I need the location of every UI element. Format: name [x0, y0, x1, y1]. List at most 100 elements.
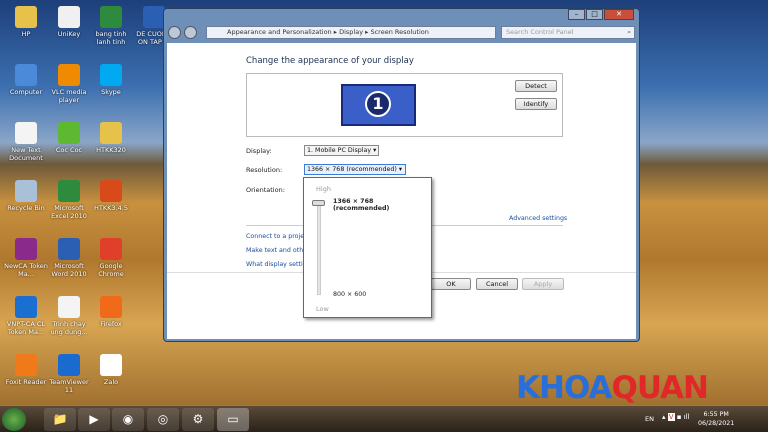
taskbar-media-player[interactable]: ▶ [78, 408, 110, 431]
desktop-icon-label: Skype [101, 88, 121, 96]
option-1366x768[interactable]: 1366 × 768 (recommended) [333, 198, 431, 212]
desktop-icon-label: HTKK3.4.5 [94, 204, 128, 212]
taskbar-explorer[interactable]: 📁 [44, 408, 76, 431]
resolution-slider-track[interactable] [317, 200, 321, 295]
desktop-icon[interactable]: bang tinh lanh tinh [89, 6, 133, 46]
desktop-icon[interactable]: NewCA Token Ma... [4, 238, 48, 278]
app-icon [58, 354, 80, 376]
close-button[interactable]: ✕ [604, 9, 634, 20]
apply-button[interactable]: Apply [522, 278, 564, 290]
desktop-icon[interactable]: VLC media player [47, 64, 91, 104]
detect-button[interactable]: Detect [515, 80, 557, 92]
display-select[interactable]: 1. Mobile PC Display ▾ [304, 145, 379, 156]
option-800x600[interactable]: 800 × 600 [333, 291, 366, 298]
app-icon [15, 6, 37, 28]
desktop-icon[interactable]: Microsoft Word 2010 [47, 238, 91, 278]
desktop-icon[interactable]: Zalo [89, 354, 133, 386]
desktop-icon[interactable]: Coc Coc [47, 122, 91, 154]
desktop-icon[interactable]: Foxit Reader [4, 354, 48, 386]
title-bar: – □ ✕ [164, 9, 639, 23]
monitor-1[interactable]: 1 [341, 84, 416, 126]
desktop-icon-label: HP [21, 30, 31, 38]
app-icon [100, 296, 122, 318]
start-button[interactable] [2, 408, 26, 431]
clock[interactable]: 6:55 PM 06/28/2021 [698, 410, 734, 428]
desktop-icon-label: Computer [9, 88, 43, 96]
app-icon [100, 6, 122, 28]
display-label: Display: [246, 147, 272, 155]
desktop-icon[interactable]: HTKK320 [89, 122, 133, 154]
desktop-icon-label: VNPT-CA CL Token Ma... [6, 320, 46, 336]
breadcrumb-item[interactable]: Appearance and Personalization [227, 28, 332, 36]
search-input[interactable]: Search Control Panel ⌕ [501, 26, 635, 39]
desktop-icon[interactable]: Microsoft Excel 2010 [47, 180, 91, 220]
high-label: High [316, 185, 331, 193]
resolution-label: Resolution: [246, 166, 283, 174]
taskbar-display[interactable]: ▭ [217, 408, 249, 431]
text-size-link[interactable]: Make text and other [246, 247, 310, 254]
resolution-slider-thumb[interactable] [312, 200, 325, 206]
desktop-icon[interactable]: Skype [89, 64, 133, 96]
watermark-part2: QUAN [611, 370, 709, 406]
taskbar-coccoc[interactable]: ◎ [147, 408, 179, 431]
desktop-icon-label: Firefox [100, 320, 122, 328]
app-icon [100, 122, 122, 144]
forward-button[interactable] [184, 26, 197, 39]
app-icon [15, 180, 37, 202]
desktop-icon[interactable]: New Text Document [4, 122, 48, 162]
desktop-icon[interactable]: VNPT-CA CL Token Ma... [4, 296, 48, 336]
breadcrumb-item[interactable]: Display [339, 28, 363, 36]
low-label: Low [316, 305, 329, 313]
app-icon [58, 238, 80, 260]
maximize-button[interactable]: □ [586, 9, 603, 20]
display-settings-help-link[interactable]: What display setting [246, 261, 311, 268]
app-icon [58, 6, 80, 28]
app-icon [15, 354, 37, 376]
cancel-button[interactable]: Cancel [476, 278, 518, 290]
desktop-icon[interactable]: Google Chrome [89, 238, 133, 278]
desktop-icon-label: Microsoft Word 2010 [51, 262, 87, 278]
breadcrumb-item[interactable]: Screen Resolution [370, 28, 428, 36]
app-icon [58, 122, 80, 144]
taskbar-chrome[interactable]: ◉ [112, 408, 144, 431]
desktop-icon-label: Trinh chay ung dung... [50, 320, 88, 336]
desktop-icon[interactable]: Recycle Bin [4, 180, 48, 212]
watermark-part1: KHOA [516, 370, 612, 406]
language-indicator[interactable]: EN [645, 415, 654, 423]
advanced-settings-link[interactable]: Advanced settings [509, 215, 567, 222]
address-bar[interactable]: Appearance and Personalization ▸ Display… [206, 26, 496, 39]
desktop-icon-label: NewCA Token Ma... [4, 262, 48, 278]
app-icon [143, 6, 165, 28]
connect-projector-link[interactable]: Connect to a projec [246, 233, 308, 240]
minimize-button[interactable]: – [568, 9, 585, 20]
desktop-icon[interactable]: Computer [4, 64, 48, 96]
app-icon [100, 354, 122, 376]
page-title: Change the appearance of your display [246, 56, 414, 66]
app-icon [15, 296, 37, 318]
desktop-icon-label: Foxit Reader [5, 378, 47, 386]
ok-button[interactable]: OK [431, 278, 471, 290]
desktop-icon[interactable]: HP [4, 6, 48, 38]
app-icon [58, 296, 80, 318]
resolution-select[interactable]: 1366 × 768 (recommended) ▾ [304, 164, 406, 175]
identify-button[interactable]: Identify [515, 98, 557, 110]
taskbar-control-panel[interactable]: ⚙ [182, 408, 214, 431]
desktop-icon[interactable]: HTKK3.4.5 [89, 180, 133, 212]
desktop-icon-label: bang tinh lanh tinh [95, 30, 127, 46]
back-button[interactable] [168, 26, 181, 39]
app-icon [58, 64, 80, 86]
desktop-icon[interactable]: UniKey [47, 6, 91, 38]
display-value: 1. Mobile PC Display [307, 147, 372, 154]
app-icon [58, 180, 80, 202]
app-icon [15, 238, 37, 260]
app-icon [15, 122, 37, 144]
clock-time: 6:55 PM [703, 411, 729, 418]
tray-icons[interactable]: ▴ V ▪ ıll [662, 413, 690, 421]
desktop-icon-label: New Text Document [9, 146, 43, 162]
desktop-icon[interactable]: TeamViewer 11 [47, 354, 91, 394]
desktop-icon[interactable]: Firefox [89, 296, 133, 328]
desktop-icon-label: Coc Coc [55, 146, 83, 154]
app-icon [100, 238, 122, 260]
desktop-icon[interactable]: Trinh chay ung dung... [47, 296, 91, 336]
desktop-icon-label: TeamViewer 11 [49, 378, 89, 394]
